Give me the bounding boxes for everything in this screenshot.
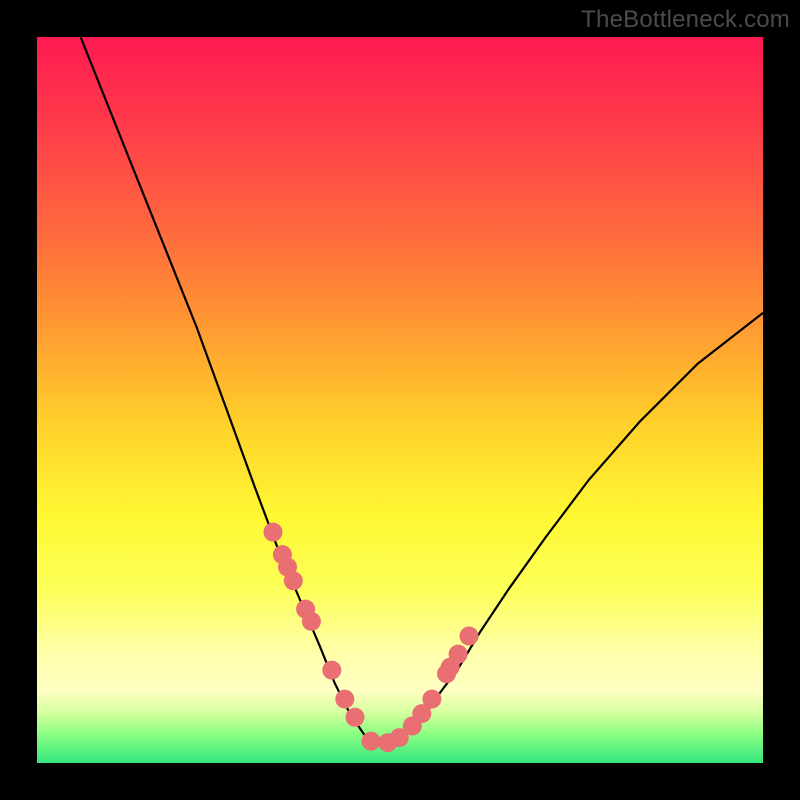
bottleneck-curve	[81, 37, 763, 745]
sample-dot	[284, 571, 303, 590]
watermark-label: TheBottleneck.com	[581, 6, 790, 34]
sample-dot	[422, 690, 441, 709]
plot-area	[37, 37, 763, 763]
sample-dot	[322, 661, 341, 680]
chart-svg	[37, 37, 763, 763]
sample-dot	[302, 612, 321, 631]
sample-dot	[460, 627, 479, 646]
sample-dot	[362, 732, 381, 751]
outer-frame: TheBottleneck.com	[0, 0, 800, 800]
sample-dot	[264, 523, 283, 542]
sample-dot	[335, 690, 354, 709]
sample-dots-group	[264, 523, 479, 753]
sample-dot	[449, 645, 468, 664]
sample-dot	[346, 708, 365, 727]
